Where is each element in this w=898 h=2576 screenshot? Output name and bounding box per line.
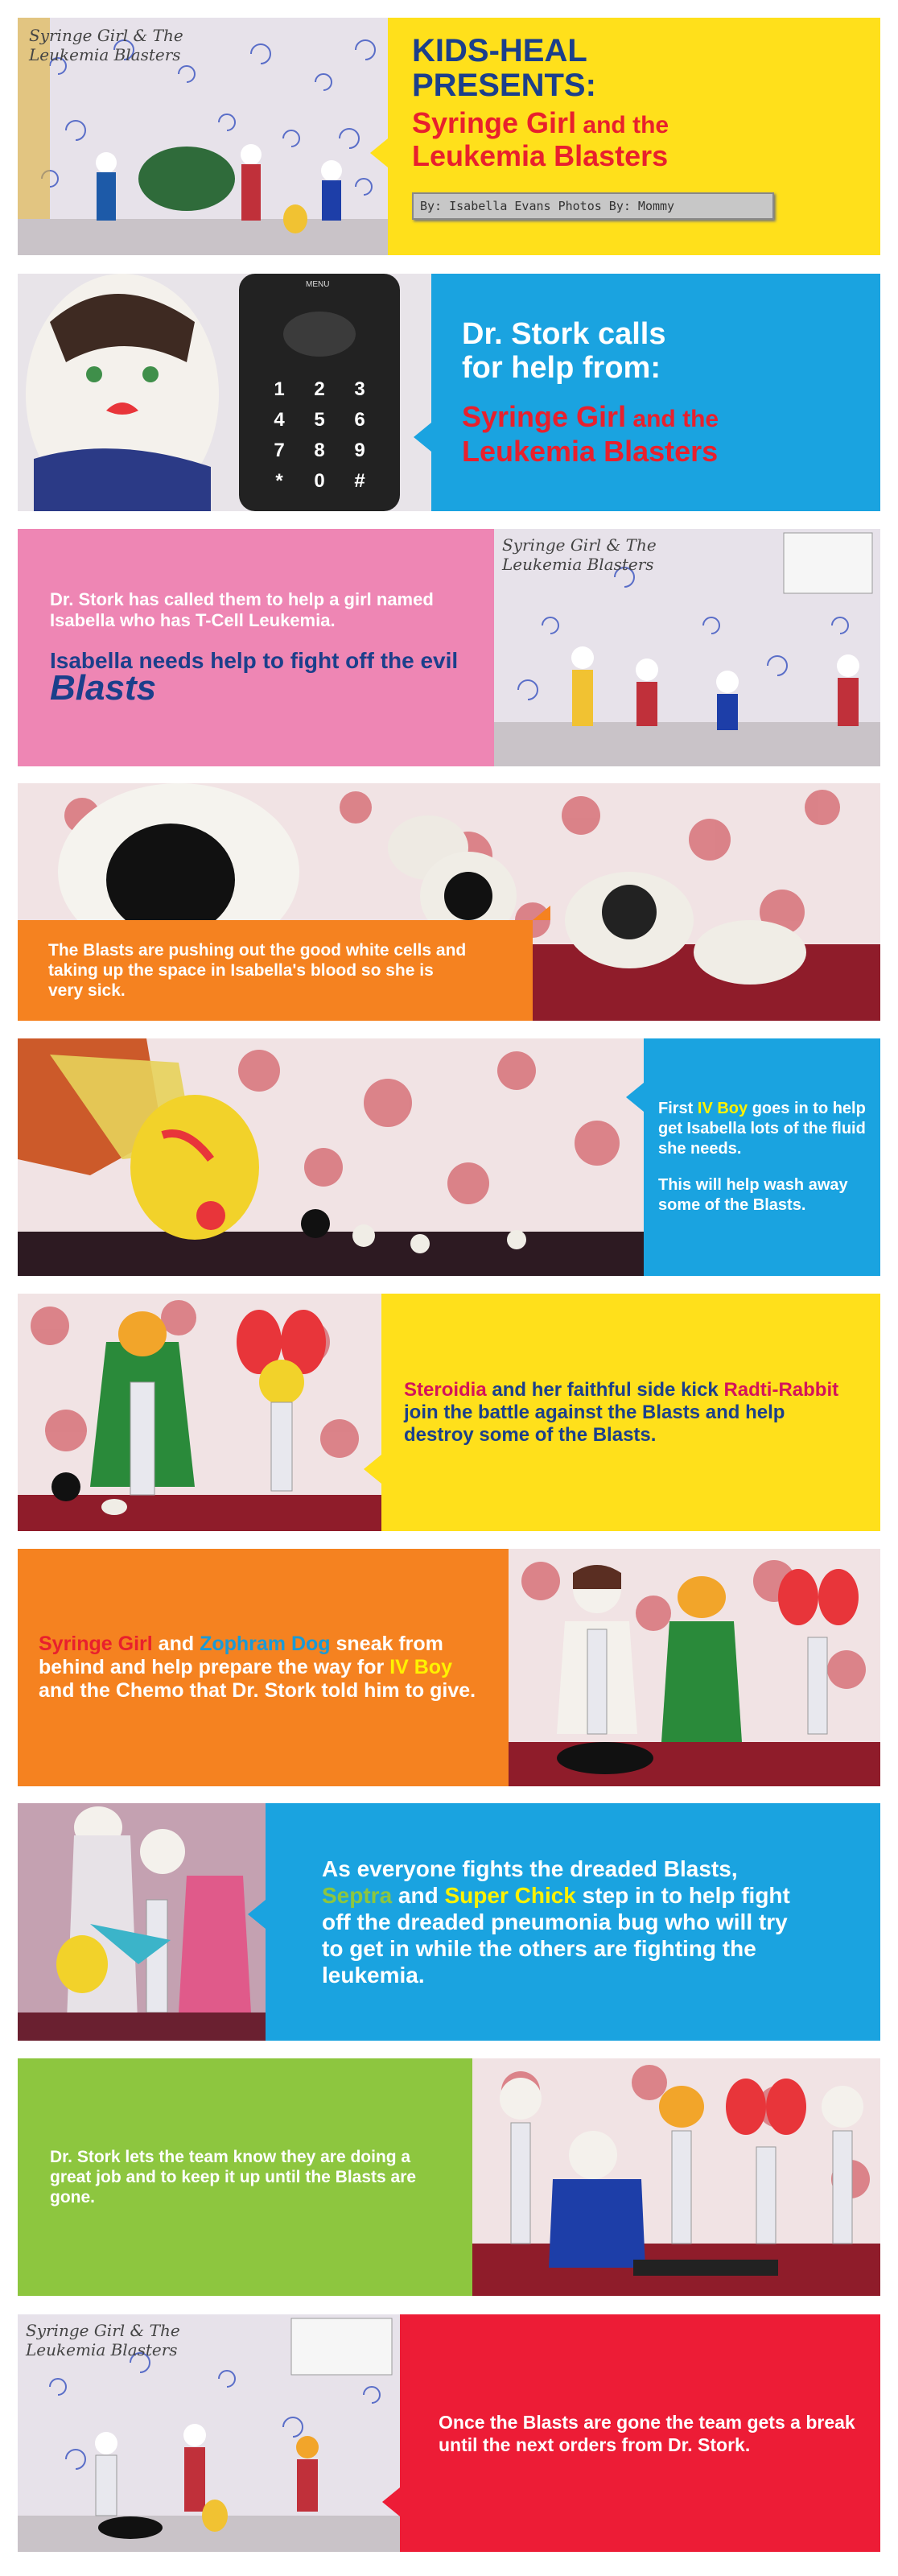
byline: By: Isabella Evans Photos By: Mommy xyxy=(412,192,774,220)
syringe-girl-text: Syringe Girl and Zophram Dog sneak from … xyxy=(39,1633,488,1703)
call-line-2: for help from: xyxy=(462,351,661,385)
key-6: 6 xyxy=(354,409,365,431)
syringe-girl-box: Syringe Girl and Zophram Dog sneak from … xyxy=(18,1549,526,1786)
radti-rabbit-name: Radti-Rabbit xyxy=(723,1378,839,1401)
panel-10: Syringe Girl & The Leukemia Blasters Onc… xyxy=(18,2314,880,2552)
subtitle-and-the: and the xyxy=(576,112,669,138)
zophram-dog-name: Zophram Dog xyxy=(200,1633,331,1655)
steroidia-box: Steroidia and her faithful side kick Rad… xyxy=(364,1294,880,1531)
key-3: 3 xyxy=(354,378,365,400)
panel-4: The Blasts are pushing out the good whit… xyxy=(18,783,880,1021)
title-box: KIDS-HEAL PRESENTS: Syringe Girl and the… xyxy=(370,18,880,255)
panel-7: Syringe Girl and Zophram Dog sneak from … xyxy=(18,1549,880,1786)
keep-it-up-box: Dr. Stork lets the team know they are do… xyxy=(18,2058,490,2296)
subtitle-syringe-girl: Syringe Girl xyxy=(412,106,577,139)
panel-1: Syringe Girl & The Leukemia Blasters KID… xyxy=(18,18,880,255)
key-0: 0 xyxy=(314,470,325,492)
phone-keypad: 1 2 3 4 5 6 7 8 9 * 0 # xyxy=(259,378,380,493)
steroidia-text: Steroidia and her faithful side kick Rad… xyxy=(404,1379,858,1447)
key-8: 8 xyxy=(314,440,325,461)
steroidia-text-b: join the battle against the Blasts and h… xyxy=(404,1401,785,1446)
break-text: Once the Blasts are gone the team gets a… xyxy=(439,2411,855,2455)
key-4: 4 xyxy=(274,409,285,431)
septra-name: Septra xyxy=(322,1883,393,1908)
super-chick-box: As everyone fights the dreaded Blasts, S… xyxy=(248,1803,880,2041)
key-7: 7 xyxy=(274,440,285,461)
iv-boy-photo xyxy=(18,1038,644,1276)
key-2: 2 xyxy=(314,378,325,400)
syringe-girl-name: Syringe Girl xyxy=(39,1633,153,1655)
steroidia-scene-image xyxy=(18,1294,381,1531)
phone-menu-label: MENU xyxy=(306,280,330,289)
call-syringe-girl: Syringe Girl xyxy=(462,400,627,433)
title-line-2: PRESENTS: xyxy=(412,68,596,103)
subtitle: Syringe Girl and the Leukemia Blasters xyxy=(412,108,880,171)
panel-3: Dr. Stork has called them to help a girl… xyxy=(18,529,880,766)
iv-boy-name-2: IV Boy xyxy=(389,1656,452,1678)
blasts-text: The Blasts are pushing out the good whit… xyxy=(48,941,467,1000)
phone-photo: MENU 1 2 3 4 5 6 7 8 9 * 0 # xyxy=(18,274,431,511)
panel-8: As everyone fights the dreaded Blasts, S… xyxy=(18,1803,880,2041)
subtitle-leukemia-blasters: Leukemia Blasters xyxy=(412,139,669,172)
call-leukemia-blasters: Leukemia Blasters xyxy=(462,435,719,468)
cover-photo-caption: Syringe Girl & The Leukemia Blasters xyxy=(29,26,183,64)
panel-2: MENU 1 2 3 4 5 6 7 8 9 * 0 # Dr. Stork c… xyxy=(18,274,880,511)
team-photo-caption: Syringe Girl & The Leukemia Blasters xyxy=(502,535,657,574)
key-5: 5 xyxy=(314,409,325,431)
title-line-1: KIDS-HEAL xyxy=(412,33,587,68)
keep-it-up-text: Dr. Stork lets the team know they are do… xyxy=(50,2148,417,2207)
steroidia-text-a: and her faithful side kick xyxy=(486,1378,724,1401)
super-chick-photo xyxy=(18,1803,266,2041)
super-chick-text: As everyone fights the dreaded Blasts, S… xyxy=(322,1856,805,1988)
key-star: * xyxy=(275,470,283,492)
break-photo-caption: Syringe Girl & The Leukemia Blasters xyxy=(26,2321,180,2359)
team-cheer-photo xyxy=(472,2058,880,2296)
dr-stork-call-box: Dr. Stork calls for help from: Syringe G… xyxy=(414,274,880,511)
syringe-girl-photo xyxy=(509,1549,880,1786)
panel-9: Dr. Stork lets the team know they are do… xyxy=(18,2058,880,2296)
mission-box: Dr. Stork has called them to help a girl… xyxy=(18,529,512,766)
mission-blasts: Blasts xyxy=(50,668,157,708)
iv-boy-text: First IV Boy goes in to help get Isabell… xyxy=(658,1099,866,1159)
super-chick-scene-image xyxy=(18,1803,266,2041)
super-chick-name: Super Chick xyxy=(444,1883,576,1908)
syringe-girl-text-a: and xyxy=(152,1633,200,1655)
panel-6: Steroidia and her faithful side kick Rad… xyxy=(18,1294,880,1531)
blasts-box: The Blasts are pushing out the good whit… xyxy=(18,906,550,1021)
cover-photo: Syringe Girl & The Leukemia Blasters xyxy=(18,18,388,255)
iv-boy-text-a: First xyxy=(658,1100,698,1117)
iv-boy-name: IV Boy xyxy=(697,1100,748,1117)
key-9: 9 xyxy=(354,440,365,461)
break-box: Once the Blasts are gone the team gets a… xyxy=(382,2314,880,2552)
syringe-girl-scene-image xyxy=(509,1549,880,1786)
break-photo: Syringe Girl & The Leukemia Blasters xyxy=(18,2314,400,2552)
steroidia-photo xyxy=(18,1294,381,1531)
steroidia-name: Steroidia xyxy=(404,1378,487,1401)
iv-boy-scene-image xyxy=(18,1038,644,1276)
panel-5: First IV Boy goes in to help get Isabell… xyxy=(18,1038,880,1276)
team-cheer-scene-image xyxy=(472,2058,880,2296)
syringe-girl-text-c: and the Chemo that Dr. Stork told him to… xyxy=(39,1679,476,1702)
iv-boy-box: First IV Boy goes in to help get Isabell… xyxy=(626,1038,880,1276)
call-line-1: Dr. Stork calls xyxy=(462,317,666,351)
super-chick-text-a: As everyone fights the dreaded Blasts, xyxy=(322,1856,738,1881)
call-names: Syringe Girl and the Leukemia Blasters xyxy=(462,401,880,468)
key-hash: # xyxy=(354,470,365,492)
team-photo: Syringe Girl & The Leukemia Blasters xyxy=(494,529,880,766)
call-and-the: and the xyxy=(626,406,719,432)
key-1: 1 xyxy=(274,378,285,400)
mission-text: Dr. Stork has called them to help a girl… xyxy=(50,589,434,630)
mission-text-2: Isabella needs help to fight off the evi… xyxy=(50,647,462,706)
iv-boy-text-2: This will help wash away some of the Bla… xyxy=(658,1176,848,1214)
super-chick-text-b: and xyxy=(392,1883,445,1908)
